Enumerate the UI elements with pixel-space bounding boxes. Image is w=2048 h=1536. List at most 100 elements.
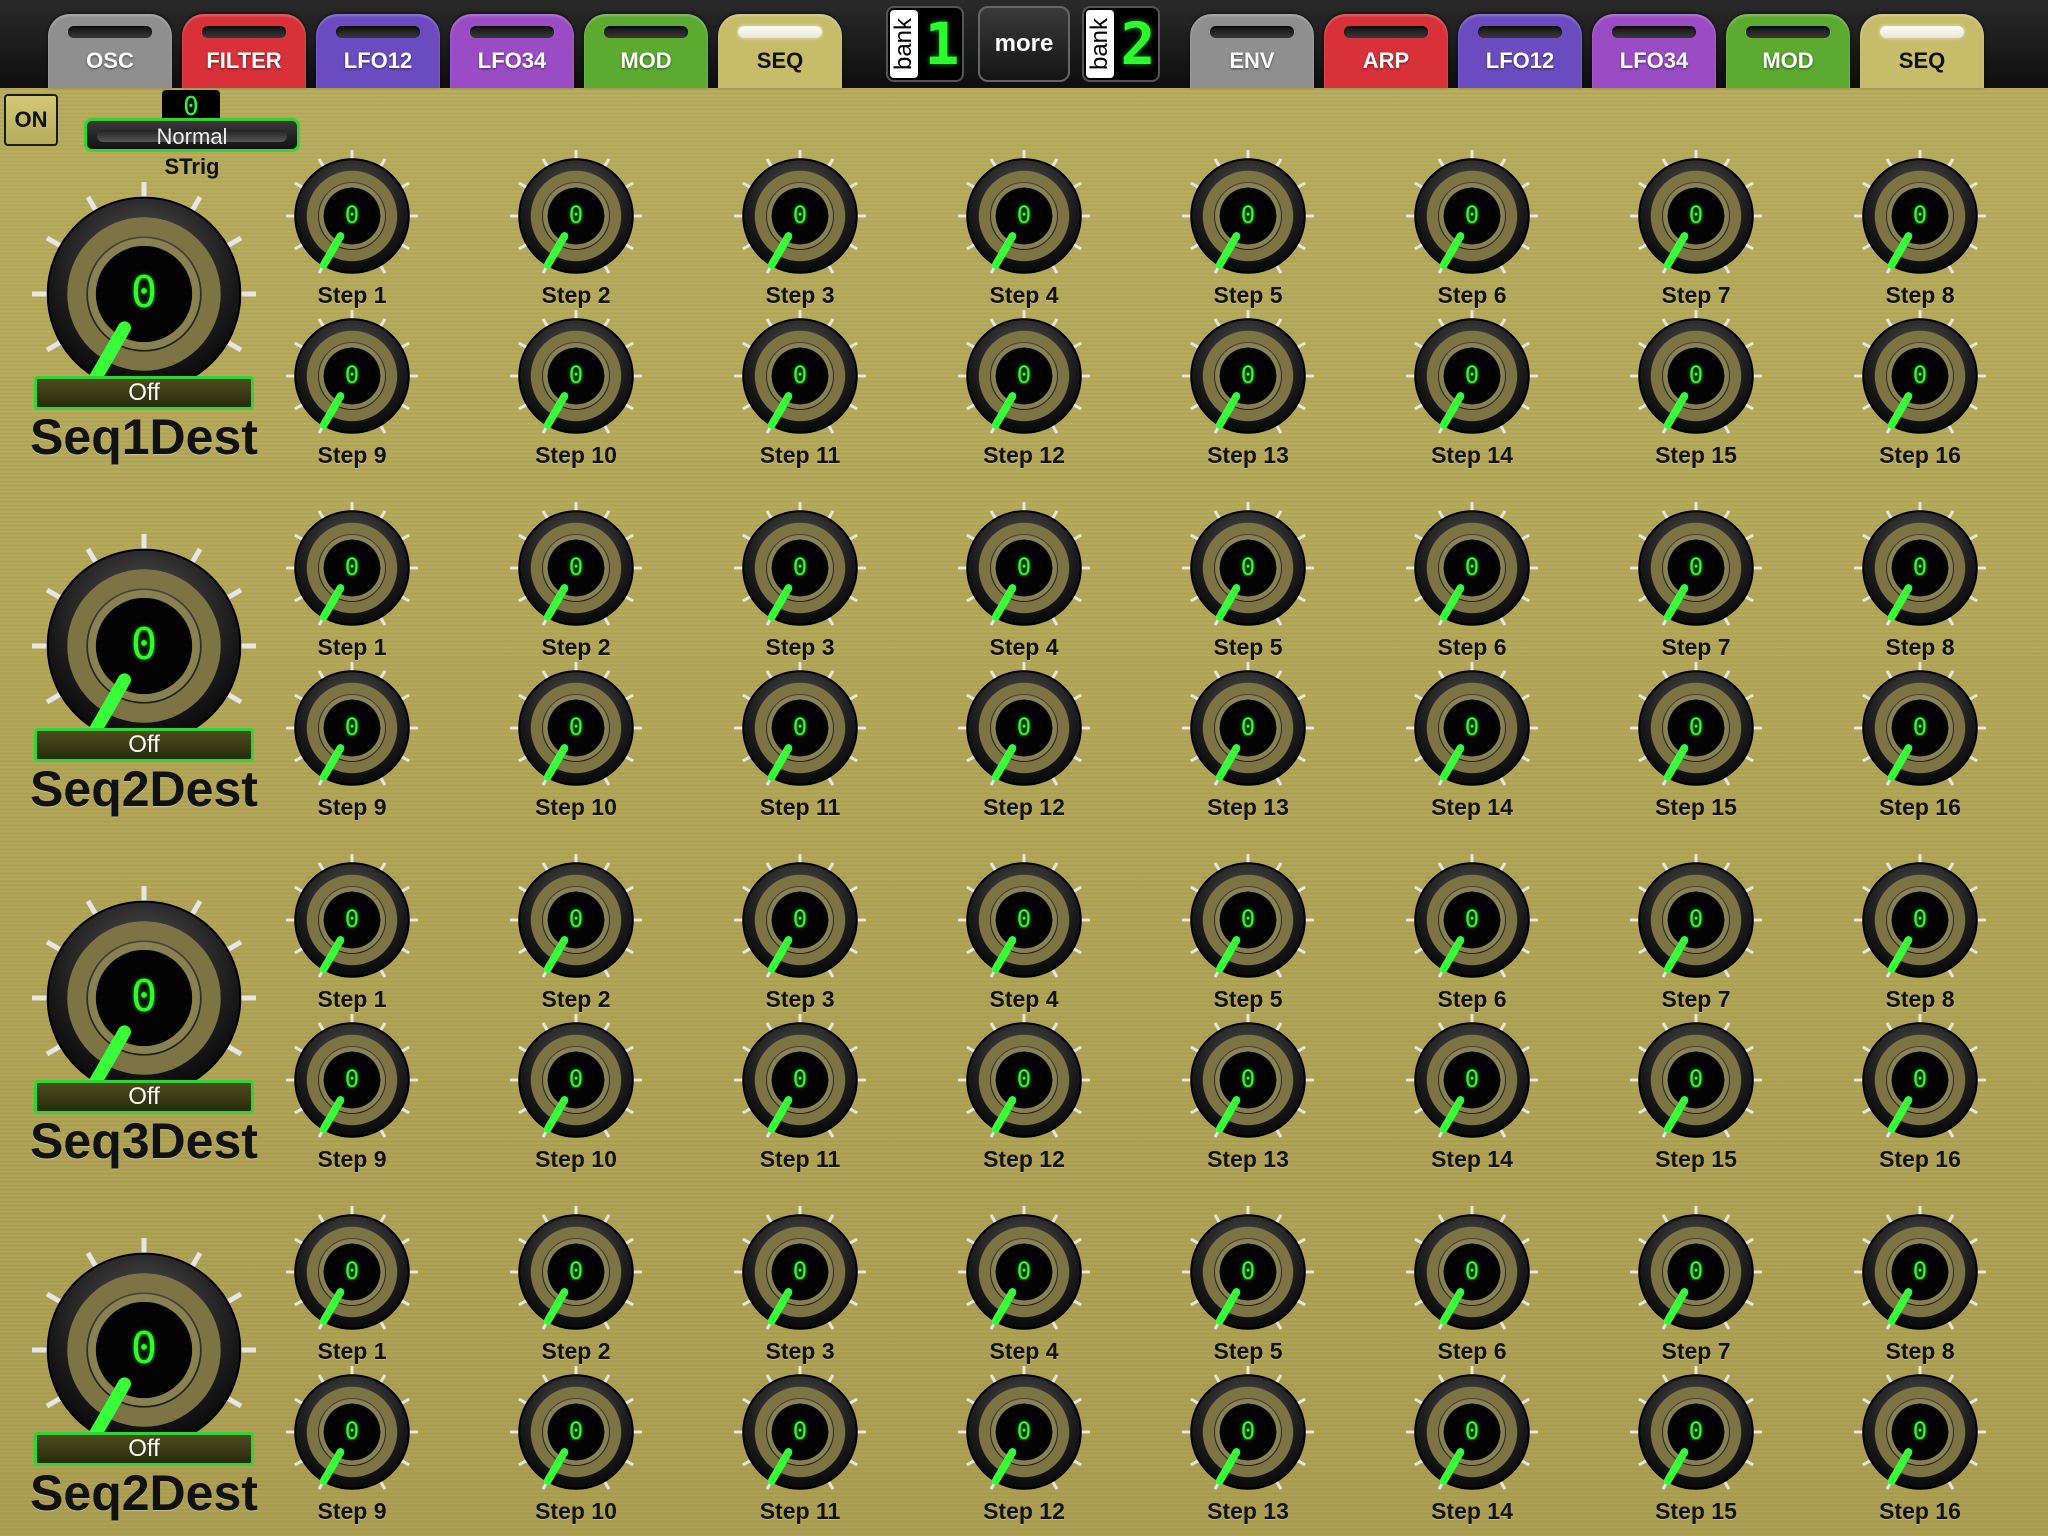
seq2-step-11-knob[interactable]: 0: [734, 662, 866, 794]
seq4-step-4-knob[interactable]: 0: [958, 1206, 1090, 1338]
seq3-step-2-knob[interactable]: 0: [510, 854, 642, 986]
tab-right-lfo34[interactable]: LFO34: [1592, 14, 1716, 88]
seq4-dest-knob[interactable]: 0: [32, 1238, 256, 1462]
seq1-step-14-knob[interactable]: 0: [1406, 310, 1538, 442]
tab-left-lfo12[interactable]: LFO12: [316, 14, 440, 88]
seq3-step-15-knob[interactable]: 0: [1630, 1014, 1762, 1146]
seq3-dest-knob[interactable]: 0: [32, 886, 256, 1110]
knob-value-display: 0: [1016, 713, 1032, 742]
seq2-step-14-knob[interactable]: 0: [1406, 662, 1538, 794]
seq3-step-9-knob[interactable]: 0: [286, 1014, 418, 1146]
seq3-step-4-knob[interactable]: 0: [958, 854, 1090, 986]
seq1-step-16-knob[interactable]: 0: [1854, 310, 1986, 442]
seq4-dest-option[interactable]: Off: [34, 1432, 254, 1466]
tab-right-mod[interactable]: MOD: [1726, 14, 1850, 88]
seq4-step-3-knob[interactable]: 0: [734, 1206, 866, 1338]
seq3-step-7-knob[interactable]: 0: [1630, 854, 1762, 986]
seq2-step-12-knob[interactable]: 0: [958, 662, 1090, 794]
seq4-step-8-knob[interactable]: 0: [1854, 1206, 1986, 1338]
bank-1-selector[interactable]: bank 1: [886, 6, 964, 82]
seq1-step-11-knob[interactable]: 0: [734, 310, 866, 442]
seq2-dest-knob[interactable]: 0: [32, 534, 256, 758]
seq1-step-8-knob[interactable]: 0: [1854, 150, 1986, 282]
seq4-step-7-knob[interactable]: 0: [1630, 1206, 1762, 1338]
seq4-step-1-knob[interactable]: 0: [286, 1206, 418, 1338]
seq2-step-9-knob[interactable]: 0: [286, 662, 418, 794]
step-label: Step 1: [317, 282, 387, 308]
seq2-step-3-knob[interactable]: 0: [734, 502, 866, 634]
tab-left-mod[interactable]: MOD: [584, 14, 708, 88]
seq1-dest-option[interactable]: Off: [34, 376, 254, 410]
seq1-step-13-knob[interactable]: 0: [1182, 310, 1314, 442]
on-button[interactable]: ON: [4, 94, 58, 146]
seq4-step-2-knob[interactable]: 0: [510, 1206, 642, 1338]
seq4-step-16-knob[interactable]: 0: [1854, 1366, 1986, 1498]
seq3-step-10-knob[interactable]: 0: [510, 1014, 642, 1146]
bank-2-selector[interactable]: bank 2: [1082, 6, 1160, 82]
knob-value-display: 0: [1912, 553, 1928, 582]
seq2-dest-option[interactable]: Off: [34, 728, 254, 762]
seq4-step-13-knob[interactable]: 0: [1182, 1366, 1314, 1498]
knob-value-display: 0: [130, 1322, 158, 1374]
seq3-dest-option[interactable]: Off: [34, 1080, 254, 1114]
seq4-step-5-knob[interactable]: 0: [1182, 1206, 1314, 1338]
seq1-step-9-knob[interactable]: 0: [286, 310, 418, 442]
seq2-step-16-knob[interactable]: 0: [1854, 662, 1986, 794]
tab-right-seq[interactable]: SEQ: [1860, 14, 1984, 88]
seq2-step-7-knob[interactable]: 0: [1630, 502, 1762, 634]
seq4-step-11-knob[interactable]: 0: [734, 1366, 866, 1498]
tab-left-filter[interactable]: FILTER: [182, 14, 306, 88]
seq1-step-3-knob[interactable]: 0: [734, 150, 866, 282]
knob-value-display: 0: [1240, 361, 1256, 390]
tab-right-env[interactable]: ENV: [1190, 14, 1314, 88]
tab-label: SEQ: [756, 48, 804, 73]
seq2-step-15-knob[interactable]: 0: [1630, 662, 1762, 794]
step-label: Step 15: [1655, 1498, 1737, 1524]
seq1-step-4-knob[interactable]: 0: [958, 150, 1090, 282]
seq4-step-12-knob[interactable]: 0: [958, 1366, 1090, 1498]
knob-value-display: 0: [1688, 713, 1704, 742]
seq4-step-9-knob[interactable]: 0: [286, 1366, 418, 1498]
tab-right-arp[interactable]: ARP: [1324, 14, 1448, 88]
seq3-step-13-knob[interactable]: 0: [1182, 1014, 1314, 1146]
step-label: Step 2: [541, 986, 611, 1012]
seq1-dest-knob[interactable]: 0: [32, 182, 256, 406]
seq2-step-2-knob[interactable]: 0: [510, 502, 642, 634]
seq1-step-10-knob[interactable]: 0: [510, 310, 642, 442]
seq3-step-14-knob[interactable]: 0: [1406, 1014, 1538, 1146]
seq2-step-6-knob[interactable]: 0: [1406, 502, 1538, 634]
seq2-step-10-knob[interactable]: 0: [510, 662, 642, 794]
seq3-step-8-knob[interactable]: 0: [1854, 854, 1986, 986]
seq1-step-1-knob[interactable]: 0: [286, 150, 418, 282]
seq4-step-14-knob[interactable]: 0: [1406, 1366, 1538, 1498]
seq1-step-7-knob[interactable]: 0: [1630, 150, 1762, 282]
seq1-step-12-knob[interactable]: 0: [958, 310, 1090, 442]
seq3-step-16-knob[interactable]: 0: [1854, 1014, 1986, 1146]
seq1-step-5-knob[interactable]: 0: [1182, 150, 1314, 282]
seq3-step-3-knob[interactable]: 0: [734, 854, 866, 986]
seq3-step-12-knob[interactable]: 0: [958, 1014, 1090, 1146]
seq4-step-6-knob[interactable]: 0: [1406, 1206, 1538, 1338]
seq3-step-5-knob[interactable]: 0: [1182, 854, 1314, 986]
seq4-step-10-knob[interactable]: 0: [510, 1366, 642, 1498]
tab-left-osc[interactable]: OSC: [48, 14, 172, 88]
tab-indicator-light: [1344, 26, 1428, 38]
strig-mode-selector[interactable]: Normal: [84, 118, 300, 152]
seq1-step-2-knob[interactable]: 0: [510, 150, 642, 282]
seq1-step-15-knob[interactable]: 0: [1630, 310, 1762, 442]
tab-left-lfo34[interactable]: LFO34: [450, 14, 574, 88]
seq2-step-5-knob[interactable]: 0: [1182, 502, 1314, 634]
seq2-step-4-knob[interactable]: 0: [958, 502, 1090, 634]
step-label: Step 8: [1885, 1338, 1955, 1364]
seq2-step-1-knob[interactable]: 0: [286, 502, 418, 634]
seq1-step-6-knob[interactable]: 0: [1406, 150, 1538, 282]
seq3-step-1-knob[interactable]: 0: [286, 854, 418, 986]
seq3-step-6-knob[interactable]: 0: [1406, 854, 1538, 986]
seq3-step-11-knob[interactable]: 0: [734, 1014, 866, 1146]
seq2-step-13-knob[interactable]: 0: [1182, 662, 1314, 794]
tab-left-seq[interactable]: SEQ: [718, 14, 842, 88]
seq4-step-15-knob[interactable]: 0: [1630, 1366, 1762, 1498]
seq2-step-8-knob[interactable]: 0: [1854, 502, 1986, 634]
tab-right-lfo12[interactable]: LFO12: [1458, 14, 1582, 88]
more-button[interactable]: more: [978, 6, 1070, 82]
